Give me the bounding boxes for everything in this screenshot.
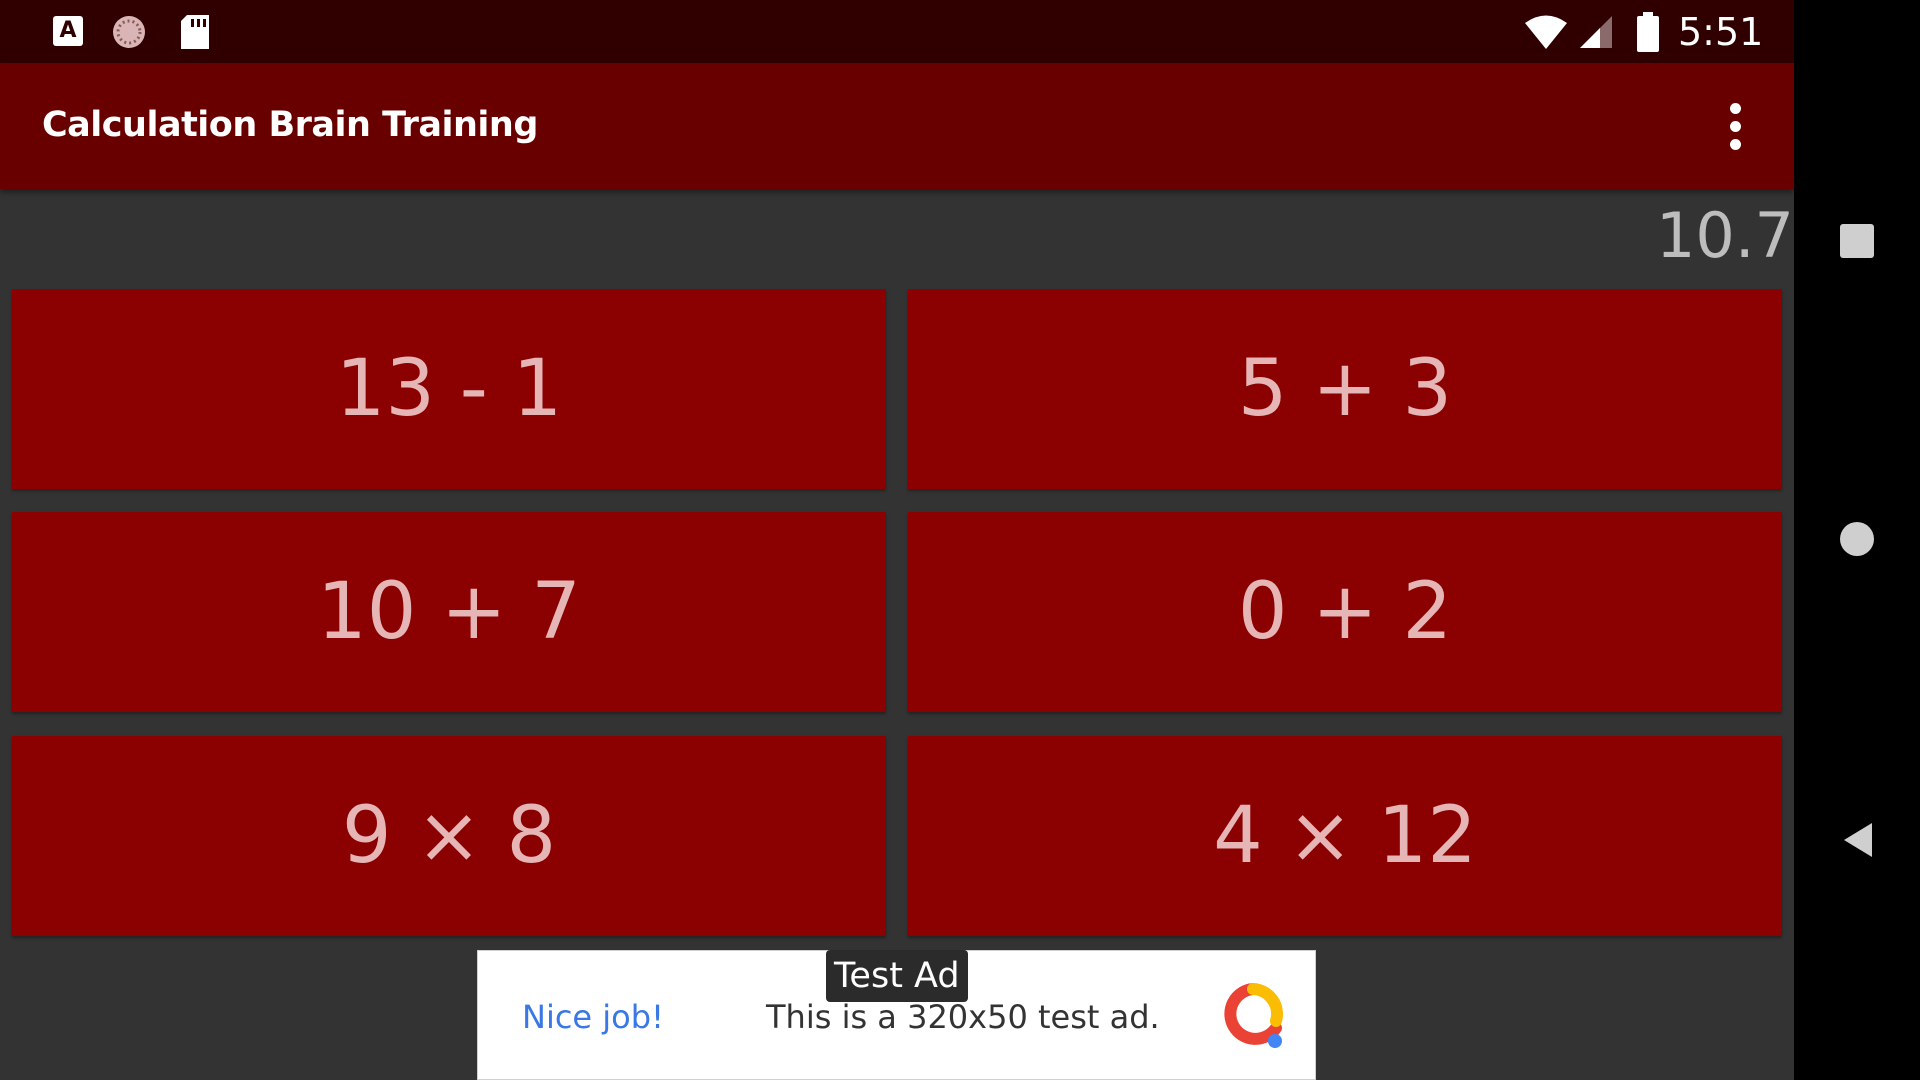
app-title: Calculation Brain Training [42,105,538,145]
ads-logo-icon [1224,983,1283,1048]
recents-icon[interactable] [1840,224,1874,258]
problem-button-4[interactable]: 0 + 2 [908,512,1782,712]
cell-signal-icon [1580,16,1612,48]
back-icon[interactable] [1838,820,1878,860]
test-ad-label: Test Ad [826,950,968,1002]
problem-button-5[interactable]: 9 × 8 [12,736,886,936]
status-time: 5:51 [1678,10,1764,54]
loading-circle-icon [113,16,145,48]
ad-headline[interactable]: Nice job! [522,995,664,1039]
problem-button-1[interactable]: 13 - 1 [12,289,886,489]
app-bar: Calculation Brain Training [0,63,1794,189]
problem-button-6[interactable]: 4 × 12 [908,736,1782,936]
app-screen: A 5:51 Calculation Brain Training 10.7 1… [0,0,1794,1080]
timer-display: 10.7 [1655,199,1794,272]
navigation-bar [1794,0,1920,1080]
wifi-icon [1525,15,1567,49]
battery-icon [1637,12,1659,52]
problem-button-3[interactable]: 10 + 7 [12,512,886,712]
more-vert-icon[interactable] [1714,101,1758,153]
status-bar: A 5:51 [0,0,1794,63]
problem-button-2[interactable]: 5 + 3 [908,289,1782,489]
home-icon[interactable] [1840,522,1874,556]
sd-card-icon [181,15,209,49]
a-notification-icon: A [53,16,83,46]
